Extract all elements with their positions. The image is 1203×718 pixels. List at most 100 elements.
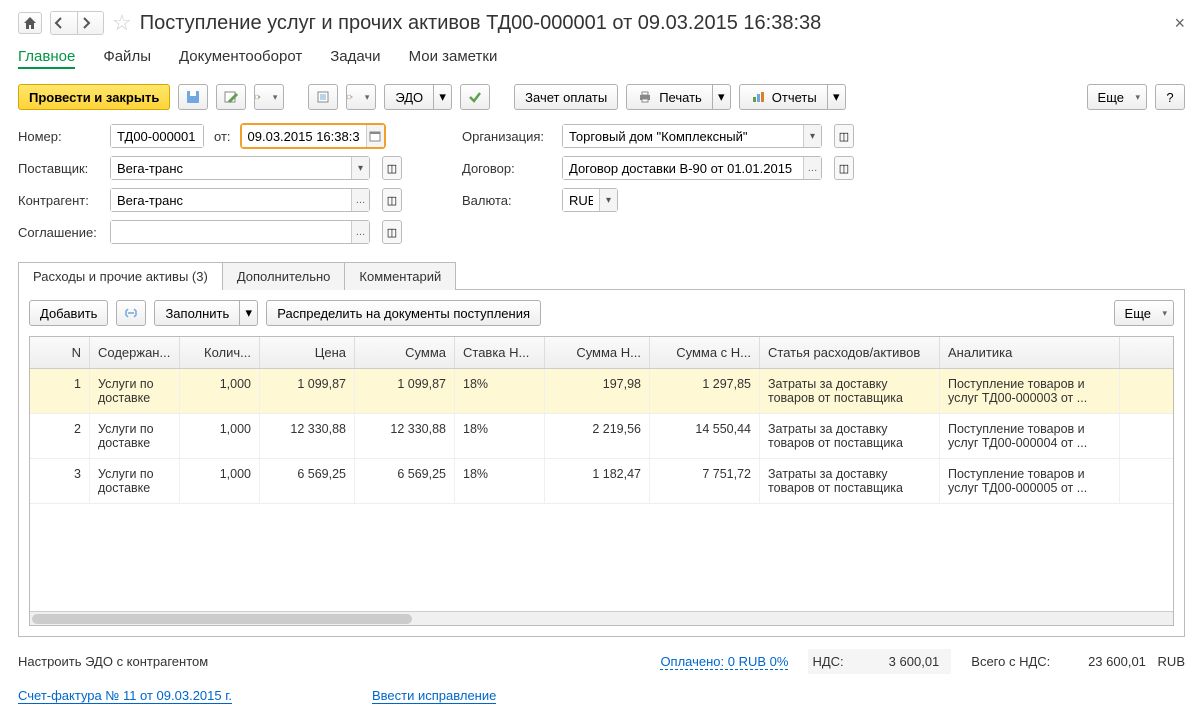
post-icon xyxy=(223,89,239,105)
check-icon xyxy=(467,89,483,105)
col-vat[interactable]: Сумма Н... xyxy=(545,337,650,368)
currency-dropdown[interactable]: ▾ xyxy=(599,189,617,211)
supplier-field[interactable]: ▾ xyxy=(110,156,370,180)
col-total[interactable]: Сумма с Н... xyxy=(650,337,760,368)
col-sum[interactable]: Сумма xyxy=(355,337,455,368)
post-button[interactable] xyxy=(216,84,246,110)
table-row[interactable]: 3 Услуги по доставке 1,000 6 569,25 6 56… xyxy=(30,459,1173,504)
table-row[interactable]: 1 Услуги по доставке 1,000 1 099,87 1 09… xyxy=(30,369,1173,414)
apply-and-close-button[interactable]: Провести и закрыть xyxy=(18,84,170,110)
list-icon xyxy=(315,89,331,105)
create-based-button[interactable] xyxy=(254,84,284,110)
contract-field[interactable]: … xyxy=(562,156,822,180)
tab-comment[interactable]: Комментарий xyxy=(345,262,456,290)
print-button[interactable]: Печать xyxy=(626,84,713,110)
print-dropdown[interactable]: ▾ xyxy=(713,84,731,110)
add-row-button[interactable]: Добавить xyxy=(29,300,108,326)
invoice-link[interactable]: Счет-фактура № 11 от 09.03.2015 г. xyxy=(18,688,232,704)
number-field[interactable] xyxy=(110,124,204,148)
document-structure-button[interactable] xyxy=(308,84,338,110)
agreement-open-button[interactable]: ◫ xyxy=(382,220,402,244)
table-row[interactable]: 2 Услуги по доставке 1,000 12 330,88 12 … xyxy=(30,414,1173,459)
detail-tabs: Расходы и прочие активы (3) Дополнительн… xyxy=(18,262,1185,290)
col-price[interactable]: Цена xyxy=(260,337,355,368)
distribute-button[interactable]: Распределить на документы поступления xyxy=(266,300,541,326)
back-button[interactable] xyxy=(51,12,77,34)
check-button[interactable] xyxy=(460,84,490,110)
org-field[interactable]: ▾ xyxy=(562,124,822,148)
expenses-grid: N Содержан... Колич... Цена Сумма Ставка… xyxy=(29,336,1174,626)
org-dropdown[interactable]: ▾ xyxy=(803,125,821,147)
contract-open-button[interactable]: ◫ xyxy=(834,156,854,180)
forward-button[interactable] xyxy=(77,12,103,34)
close-button[interactable]: × xyxy=(1174,13,1185,34)
col-qty[interactable]: Колич... xyxy=(180,337,260,368)
supplier-open-button[interactable]: ◫ xyxy=(382,156,402,180)
calendar-button[interactable] xyxy=(366,125,384,147)
counterparty-label: Контрагент: xyxy=(18,193,100,208)
chart-icon xyxy=(750,89,766,105)
edo-dropdown[interactable]: ▾ xyxy=(434,84,452,110)
col-article[interactable]: Статья расходов/активов xyxy=(760,337,940,368)
section-tabs: Главное Файлы Документооборот Задачи Мои… xyxy=(18,48,1185,70)
supplier-dropdown[interactable]: ▾ xyxy=(351,157,369,179)
from-label: от: xyxy=(214,129,231,144)
arrow-left-icon xyxy=(51,15,67,31)
tab-additional[interactable]: Дополнительно xyxy=(223,262,346,290)
doc-arrow-icon xyxy=(347,89,353,105)
fill-dropdown[interactable]: ▾ xyxy=(240,300,258,326)
home-icon xyxy=(22,15,38,31)
offset-payment-button[interactable]: Зачет оплаты xyxy=(514,84,618,110)
nav-group xyxy=(50,11,104,35)
correction-link[interactable]: Ввести исправление xyxy=(372,688,496,704)
barcode-button[interactable] xyxy=(346,84,376,110)
currency-field[interactable]: ▾ xyxy=(562,188,618,212)
more-button[interactable]: Еще xyxy=(1087,84,1147,110)
help-button[interactable]: ? xyxy=(1155,84,1185,110)
tab-tasks[interactable]: Задачи xyxy=(330,48,380,69)
agreement-ellipsis[interactable]: … xyxy=(351,221,369,243)
doc-plus-icon xyxy=(255,89,261,105)
reports-button[interactable]: Отчеты xyxy=(739,84,828,110)
tab-docflow[interactable]: Документооборот xyxy=(179,48,302,69)
counterparty-ellipsis[interactable]: … xyxy=(351,189,369,211)
printer-icon xyxy=(637,89,653,105)
counterparty-open-button[interactable]: ◫ xyxy=(382,188,402,212)
home-button[interactable] xyxy=(18,12,42,34)
tab-expenses[interactable]: Расходы и прочие активы (3) xyxy=(18,262,223,290)
col-analytics[interactable]: Аналитика xyxy=(940,337,1120,368)
date-field[interactable] xyxy=(241,124,385,148)
tab-main[interactable]: Главное xyxy=(18,48,75,69)
col-n[interactable]: N xyxy=(30,337,90,368)
arrow-right-icon xyxy=(78,15,94,31)
total-value: 23 600,01 xyxy=(1054,651,1154,672)
diskette-icon xyxy=(185,89,201,105)
reports-dropdown[interactable]: ▾ xyxy=(828,84,846,110)
vat-value: 3 600,01 xyxy=(847,651,947,672)
org-open-button[interactable]: ◫ xyxy=(834,124,854,148)
save-button[interactable] xyxy=(178,84,208,110)
contract-ellipsis[interactable]: … xyxy=(803,157,821,179)
horizontal-scrollbar[interactable] xyxy=(30,611,1173,625)
tab-files[interactable]: Файлы xyxy=(103,48,151,69)
calendar-icon xyxy=(369,130,381,142)
grid-more-button[interactable]: Еще xyxy=(1114,300,1174,326)
scroll-thumb[interactable] xyxy=(32,614,412,624)
main-toolbar: Провести и закрыть ЭДО ▾ Зачет оплаты Пе… xyxy=(18,84,1185,110)
paid-link[interactable]: Оплачено: 0 RUB 0% xyxy=(660,654,788,670)
favorite-star-icon[interactable]: ☆ xyxy=(112,10,132,36)
fill-button[interactable]: Заполнить xyxy=(154,300,240,326)
col-rate[interactable]: Ставка Н... xyxy=(455,337,545,368)
grid-body: 1 Услуги по доставке 1,000 1 099,87 1 09… xyxy=(30,369,1173,611)
reports-label: Отчеты xyxy=(772,90,817,105)
col-desc[interactable]: Содержан... xyxy=(90,337,180,368)
number-label: Номер: xyxy=(18,129,100,144)
tab-notes[interactable]: Мои заметки xyxy=(409,48,498,69)
counterparty-field[interactable]: … xyxy=(110,188,370,212)
link-rows-button[interactable] xyxy=(116,300,146,326)
grid-toolbar: Добавить Заполнить ▾ Распределить на док… xyxy=(29,300,1174,326)
org-label: Организация: xyxy=(462,129,552,144)
grid-header: N Содержан... Колич... Цена Сумма Ставка… xyxy=(30,337,1173,369)
agreement-field[interactable]: … xyxy=(110,220,370,244)
edo-button[interactable]: ЭДО xyxy=(384,84,434,110)
